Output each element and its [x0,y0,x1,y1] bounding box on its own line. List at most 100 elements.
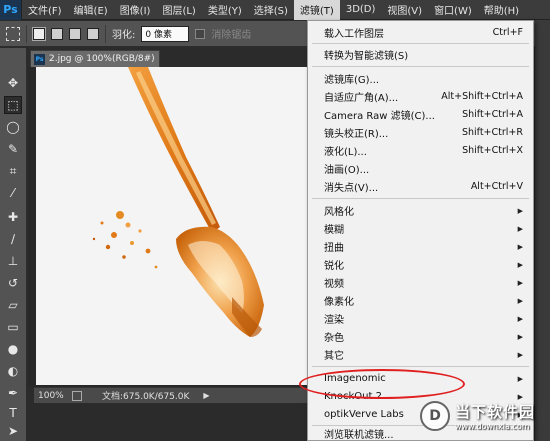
document-size-info: 文档:675.0K/675.0K [102,392,190,402]
menu-item-shortcut: Shift+Ctrl+R [461,127,523,138]
filter-menu-item-smart-filter[interactable]: 转换为智能滤镜(S) [308,46,533,63]
status-info-icon[interactable] [72,390,82,401]
lasso-tool-icon[interactable]: ◯ [4,118,22,136]
feather-label: 羽化: [112,30,136,41]
filter-menu-item-pixelate[interactable]: 像素化 ▶ [308,292,533,309]
menu-item-shortcut: Shift+Ctrl+A [462,109,523,120]
document-title: 2.jpg @ 100%(RGB/8#) [49,54,155,64]
submenu-arrow-icon: ▶ [517,206,523,215]
workspace-bottom [28,404,310,441]
blur-tool-icon[interactable]: ● [4,340,22,358]
options-divider [105,24,106,43]
clone-stamp-tool-icon[interactable]: ⊥ [4,252,22,270]
dodge-tool-icon[interactable]: ◐ [4,362,22,380]
new-selection-icon[interactable] [32,26,46,41]
orange-liquid-image [92,67,264,337]
filter-menu-item-distort[interactable]: 扭曲 ▶ [308,238,533,255]
menu-file[interactable]: 文件(F) [22,0,68,20]
filter-menu-item-last-filter[interactable]: 载入工作图层 Ctrl+F [308,24,533,41]
menu-item-shortcut: Alt+Ctrl+V [470,181,523,192]
eyedropper-tool-icon[interactable]: ⁄ [4,184,22,202]
photoshop-logo-icon: Ps [0,0,22,20]
submenu-arrow-icon: ▶ [517,350,523,359]
filter-menu-item-camera-raw[interactable]: Camera Raw 滤镜(C)... Shift+Ctrl+A [308,106,533,123]
antialias-checkbox[interactable] [195,28,206,39]
document-tab[interactable]: Ps 2.jpg @ 100%(RGB/8#) [30,50,160,67]
marquee-preset-icon[interactable] [6,26,20,41]
move-tool-icon[interactable]: ✥ [4,74,22,92]
filter-menu-item-gallery[interactable]: 滤镜库(G)... [308,70,533,87]
menu-view[interactable]: 视图(V) [381,0,428,20]
filter-menu-item-video[interactable]: 视频 ▶ [308,274,533,291]
menu-item-label: 其它 [324,351,344,362]
menu-separator [312,66,529,67]
intersect-selection-icon[interactable] [87,27,99,40]
menu-item-label: 镜头校正(R)... [324,129,389,140]
filter-menu-item-liquify[interactable]: 液化(L)... Shift+Ctrl+X [308,142,533,159]
menu-help[interactable]: 帮助(H) [478,0,525,20]
menu-item-label: 锐化 [324,261,344,272]
menu-item-label: 转换为智能滤镜(S) [324,51,409,62]
feather-input[interactable]: 0 像素 [141,25,190,42]
zoom-level[interactable]: 100% [38,391,66,401]
gradient-tool-icon[interactable]: ▭ [4,318,22,336]
menu-edit[interactable]: 编辑(E) [68,0,114,20]
menu-select[interactable]: 选择(S) [248,0,294,20]
filter-menu-item-noise[interactable]: 杂色 ▶ [308,328,533,345]
menu-window[interactable]: 窗口(W) [428,0,478,20]
image-canvas[interactable] [36,67,308,385]
type-tool-icon[interactable]: T [4,404,22,422]
path-select-tool-icon[interactable]: ➤ [4,422,22,440]
filter-menu-item-blur[interactable]: 模糊 ▶ [308,220,533,237]
subtract-selection-icon[interactable] [69,27,81,40]
menu-type[interactable]: 类型(Y) [202,0,248,20]
quick-select-tool-icon[interactable]: ✎ [4,140,22,158]
eraser-tool-icon[interactable]: ▱ [4,296,22,314]
status-menu-arrow-icon[interactable]: ▶ [203,391,209,400]
menu-filter[interactable]: 滤镜(T) [293,0,340,20]
filter-menu-item-render[interactable]: 渲染 ▶ [308,310,533,327]
menu-bar: Ps 文件(F) 编辑(E) 图像(I) 图层(L) 类型(Y) 选择(S) 滤… [0,0,550,20]
menu-item-label: 自适应广角(A)... [324,93,399,104]
menu-separator [312,43,529,44]
menu-item-label: 扭曲 [324,243,344,254]
filter-menu-item-lens-correction[interactable]: 镜头校正(R)... Shift+Ctrl+R [308,124,533,141]
antialias-label: 消除锯齿 [211,30,252,41]
panel-edge [535,20,550,441]
tools-panel: ✥ ⬚ ◯ ✎ ⌗ ⁄ ✚ ∕ ⊥ ↺ ▱ ▭ ● ◐ ✒ T ➤ [0,48,27,441]
submenu-arrow-icon: ▶ [517,260,523,269]
menu-item-label: 视频 [324,279,344,290]
menu-item-label: 模糊 [324,225,344,236]
filter-menu-item-other[interactable]: 其它 ▶ [308,346,533,363]
filter-menu-item-stylize[interactable]: 风格化 ▶ [308,202,533,219]
filter-menu-item-sharpen[interactable]: 锐化 ▶ [308,256,533,273]
menu-item-label: 消失点(V)... [324,183,379,194]
crop-tool-icon[interactable]: ⌗ [4,162,22,180]
watermark-name: 当下软件园 [455,403,536,421]
menu-item-label: 液化(L)... [324,147,367,158]
menu-item-label: 滤镜库(G)... [324,75,380,86]
pen-tool-icon[interactable]: ✒ [4,384,22,402]
menu-item-label: Camera Raw 滤镜(C)... [324,111,435,122]
menu-layer[interactable]: 图层(L) [156,0,201,20]
menu-item-label: 油画(O)... [324,165,370,176]
submenu-arrow-icon: ▶ [517,224,523,233]
filter-menu-item-adaptive-wide-angle[interactable]: 自适应广角(A)... Alt+Shift+Ctrl+A [308,88,533,105]
history-brush-tool-icon[interactable]: ↺ [4,274,22,292]
menu-image[interactable]: 图像(I) [114,0,157,20]
options-divider [26,24,27,43]
menu-3d[interactable]: 3D(D) [340,0,382,20]
marquee-tool-icon[interactable]: ⬚ [4,96,22,114]
submenu-arrow-icon: ▶ [517,278,523,287]
watermark-logo-icon: D [420,401,450,431]
menu-item-label: 像素化 [324,297,354,308]
add-selection-icon[interactable] [51,27,63,40]
filter-menu-item-oil-paint[interactable]: 油画(O)... [308,160,533,177]
submenu-arrow-icon: ▶ [517,296,523,305]
menu-separator [312,198,529,199]
healing-brush-tool-icon[interactable]: ✚ [4,208,22,226]
menu-item-shortcut: Ctrl+F [492,27,523,38]
menu-item-label: 风格化 [324,207,354,218]
filter-menu-item-vanishing-point[interactable]: 消失点(V)... Alt+Ctrl+V [308,178,533,195]
brush-tool-icon[interactable]: ∕ [4,230,22,248]
